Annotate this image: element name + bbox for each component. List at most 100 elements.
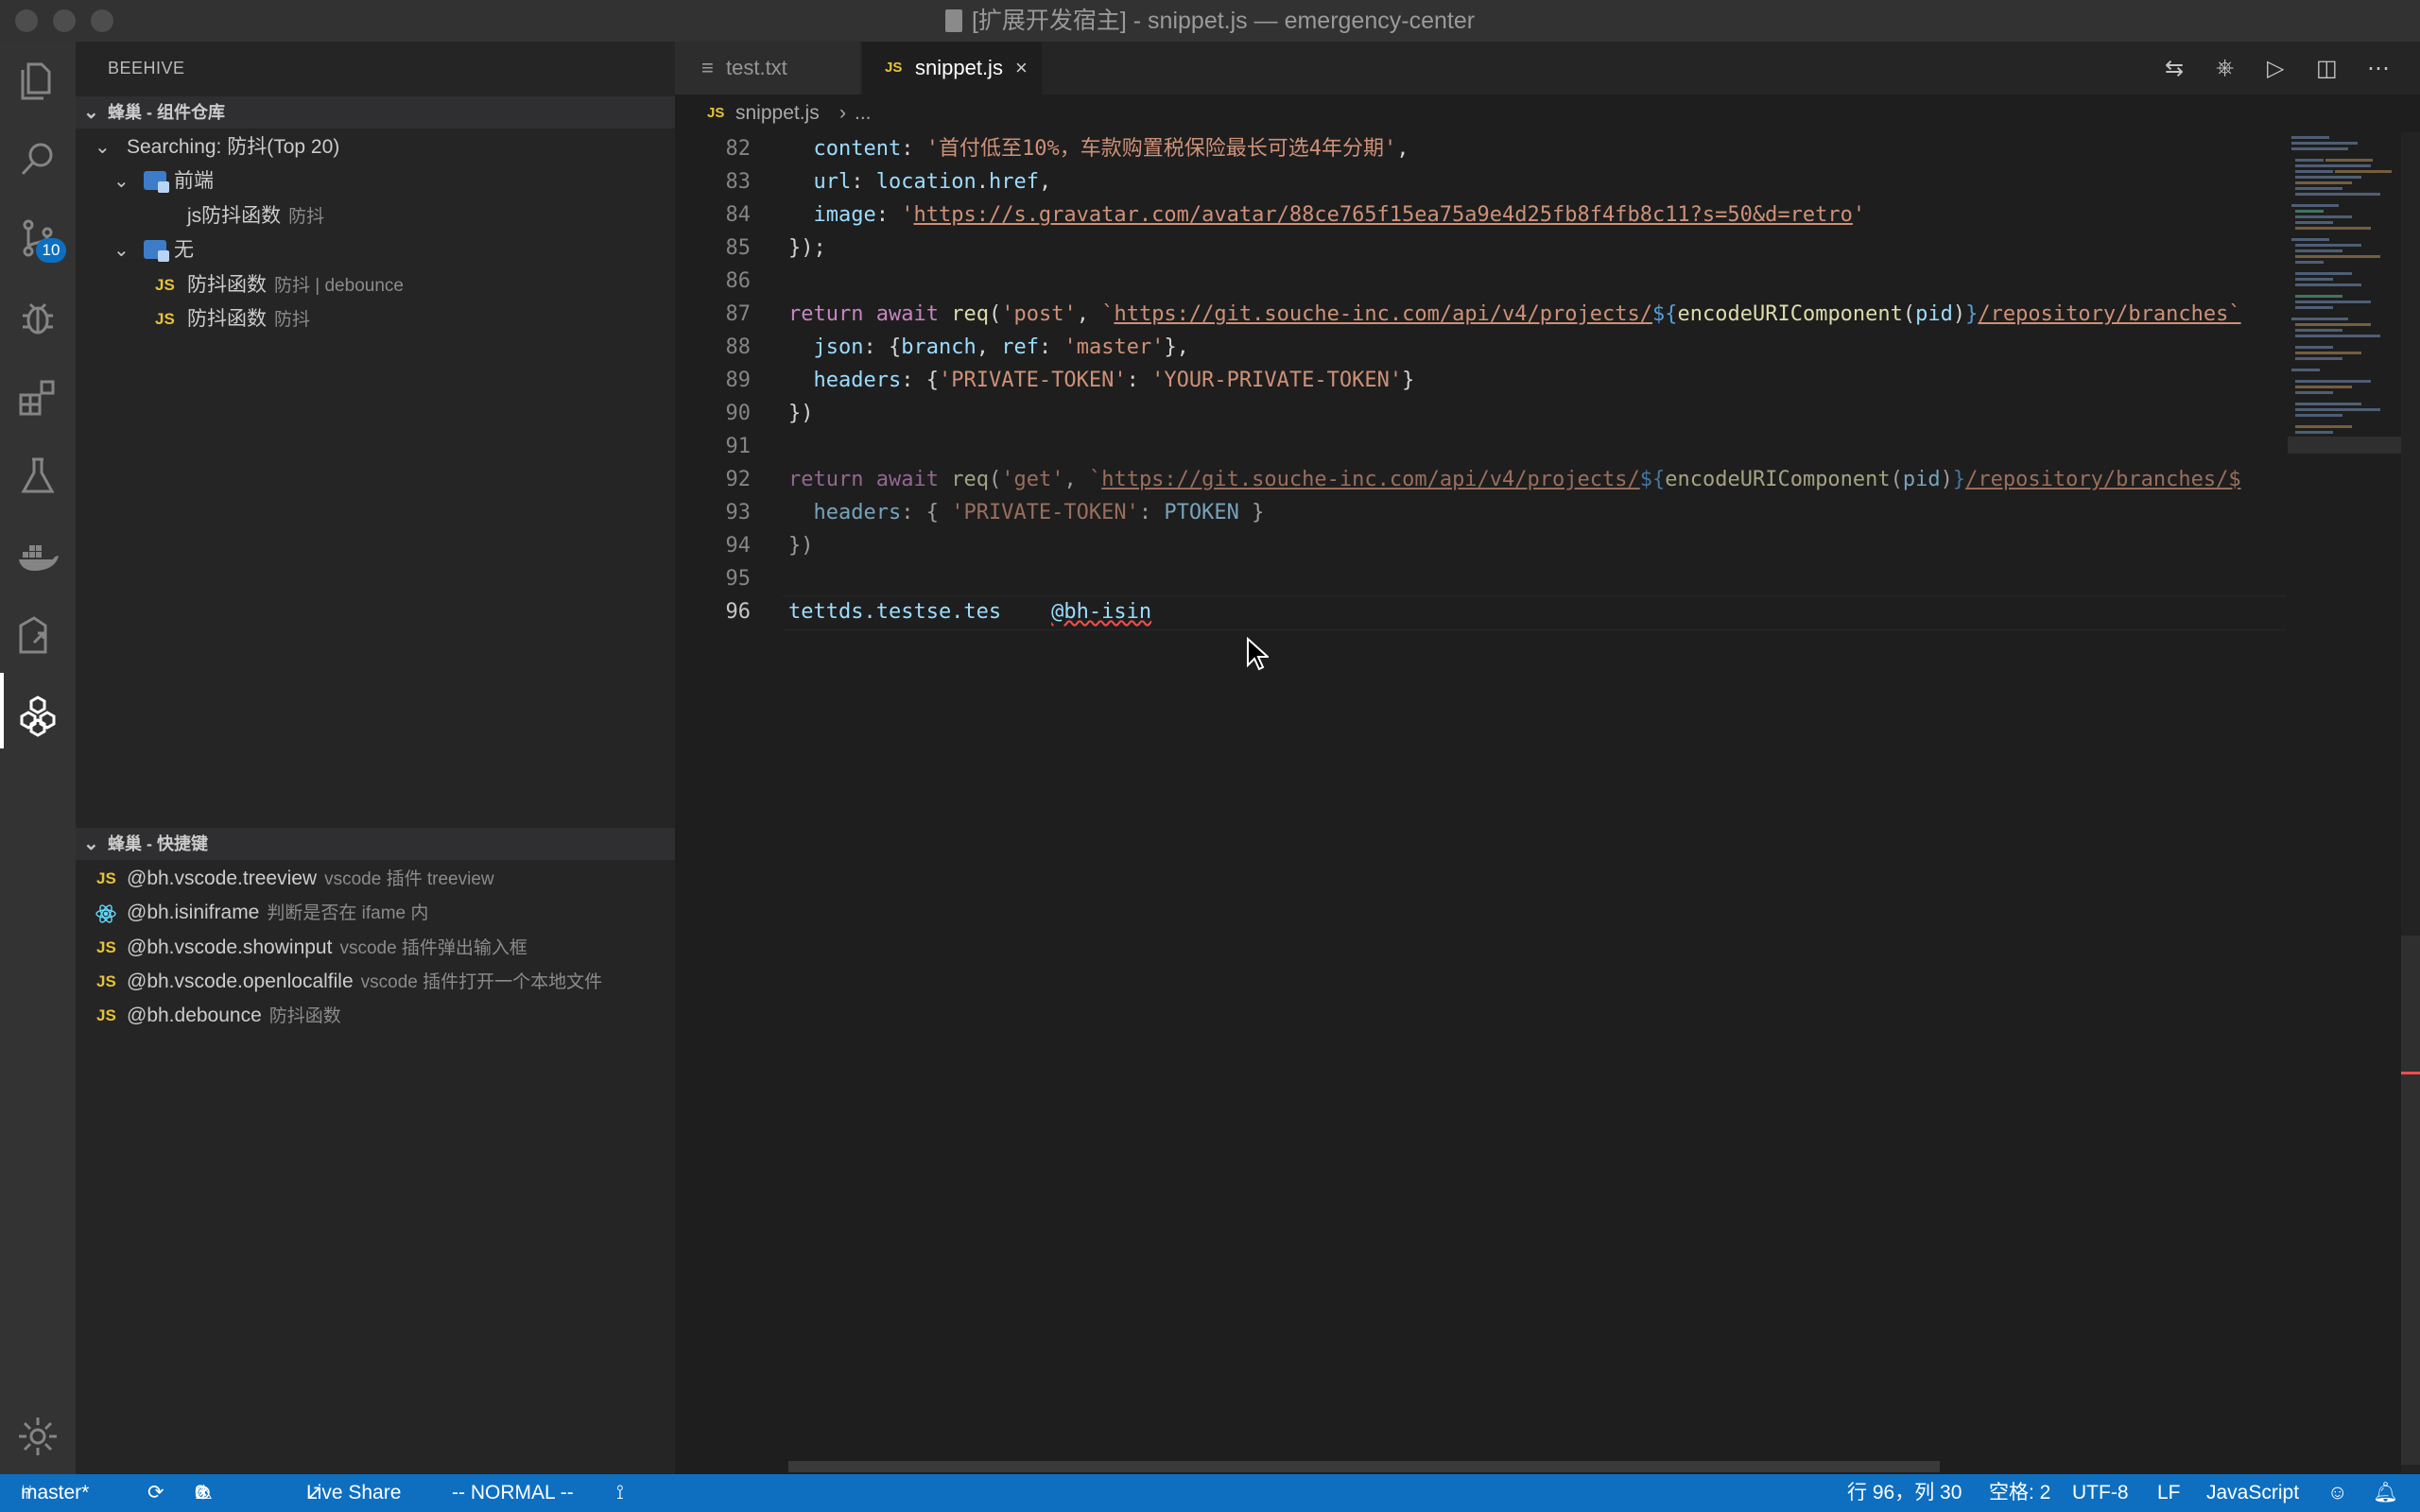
- code-editor[interactable]: 82 83 84 85 86 87 88 89 90 91 92 93 94 9…: [675, 132, 2420, 1474]
- code-line: json: {branch, ref: 'master'},: [813, 335, 1189, 359]
- vertical-scrollbar-thumb[interactable]: [2401, 936, 2420, 1465]
- debug-icon[interactable]: [15, 295, 60, 340]
- item-desc: 判断是否在 ifame 内: [267, 903, 429, 923]
- react-icon: [95, 902, 117, 925]
- tab-snippet-js[interactable]: JS snippet.js ×: [862, 42, 1042, 94]
- line-number: 86: [725, 269, 752, 293]
- js-file-icon: JS: [96, 938, 116, 956]
- feedback-smiley-icon[interactable]: ☺: [2327, 1474, 2347, 1512]
- get-url-link[interactable]: https://git.souche-inc.com/api/v4/projec…: [1101, 468, 1640, 491]
- line-number: 83: [725, 170, 752, 194]
- indentation[interactable]: 空格: 2: [1989, 1474, 2050, 1512]
- tree-item[interactable]: JS 防抖函数 防抖 | debounce: [76, 268, 675, 302]
- line-number: 89: [725, 369, 752, 392]
- line-number: 90: [725, 402, 752, 425]
- extensions-icon[interactable]: [15, 374, 60, 420]
- chevron-down-icon: ⌄: [83, 833, 99, 854]
- js-file-icon: JS: [155, 276, 175, 294]
- chevron-down-icon: ⌄: [83, 102, 99, 123]
- title-bar: [扩展开发宿主] - snippet.js — emergency-center: [0, 0, 2420, 43]
- minimap[interactable]: [2288, 132, 2401, 567]
- language-mode[interactable]: JavaScript: [2206, 1474, 2299, 1512]
- chevron-down-icon: ⌄: [95, 137, 111, 158]
- activity-bar: 10: [0, 42, 76, 1474]
- js-file-icon: JS: [96, 972, 116, 990]
- code-line: headers: { 'PRIVATE-TOKEN': PTOKEN }: [813, 501, 1265, 524]
- split-editor-icon[interactable]: ◫: [2316, 55, 2338, 82]
- more-actions-icon[interactable]: ⋯: [2367, 55, 2390, 82]
- window-title: [扩展开发宿主] - snippet.js — emergency-center: [0, 0, 2420, 42]
- item-desc: vscode 插件 treeview: [324, 869, 494, 889]
- item-label: @bh.debounce: [127, 1005, 262, 1026]
- folder-icon: [144, 240, 169, 262]
- docker-icon[interactable]: [15, 533, 60, 578]
- sidebar: BEEHIVE ⌄ 蜂巢 - 组件仓库 ⌄ Searching: 防抖(Top …: [76, 42, 675, 1474]
- tree-group-frontend[interactable]: ⌄ 前端: [76, 164, 675, 198]
- line-number: 95: [725, 567, 752, 591]
- shortcut-item[interactable]: @bh.isiniframe 判断是否在 ifame 内: [76, 896, 675, 930]
- tree-item[interactable]: js防抖函数 防抖: [76, 199, 675, 233]
- tree-group-none[interactable]: ⌄ 无: [76, 233, 675, 267]
- tree-item[interactable]: JS 防抖函数 防抖: [76, 302, 675, 336]
- files-icon[interactable]: [15, 59, 60, 104]
- code-line: return await req('get', `https://git.sou…: [788, 468, 2241, 491]
- commit-icon[interactable]: ⟟: [616, 1474, 624, 1512]
- line-number: 84: [725, 203, 752, 227]
- shortcut-item[interactable]: JS @bh.vscode.showinput vscode 插件弹出输入框: [76, 931, 675, 965]
- item-label: @bh.vscode.openlocalfile: [127, 971, 354, 992]
- item-label: 防抖函数: [187, 308, 267, 330]
- item-desc: vscode 插件弹出输入框: [339, 938, 527, 958]
- search-icon[interactable]: [15, 136, 60, 181]
- breadcrumb-symbols[interactable]: ...: [855, 94, 872, 132]
- error-marker: [2401, 1072, 2420, 1074]
- line-number: 85: [725, 236, 752, 260]
- status-bar: ⑂ master* ⟳ ⊗ 3 ⚠ 0 ↗ Live Share -- NORM…: [0, 1474, 2420, 1512]
- js-file-icon: JS: [96, 1006, 116, 1024]
- scm-badge: 10: [36, 238, 66, 263]
- sync-icon[interactable]: ⟳: [147, 1474, 164, 1512]
- search-result-root[interactable]: ⌄ Searching: 防抖(Top 20): [76, 130, 675, 164]
- js-file-icon: JS: [155, 310, 175, 328]
- code-line: content: '首付低至10%，车款购置税保险最长可选4年分期',: [813, 137, 1409, 161]
- run-icon[interactable]: ▷: [2267, 55, 2284, 82]
- beaker-icon[interactable]: [15, 454, 60, 499]
- tab-test-txt[interactable]: ≡ test.txt: [675, 42, 860, 94]
- item-desc: 防抖: [288, 207, 325, 227]
- breadcrumb-file[interactable]: snippet.js: [735, 94, 820, 132]
- js-file-icon: JS: [885, 60, 903, 76]
- section-shortcuts-header[interactable]: ⌄ 蜂巢 - 快捷键: [76, 828, 675, 860]
- remote-icon[interactable]: [15, 612, 60, 658]
- code-line: }): [788, 402, 814, 425]
- notifications-bell-icon[interactable]: 🔔︎: [2373, 1474, 2398, 1512]
- js-file-icon: JS: [707, 105, 725, 121]
- line-number: 92: [725, 468, 752, 491]
- horizontal-scrollbar-thumb[interactable]: [788, 1461, 1940, 1472]
- section-component-repo-header[interactable]: ⌄ 蜂巢 - 组件仓库: [76, 96, 675, 129]
- beehive-action-icon[interactable]: ⎈: [2216, 55, 2234, 81]
- item-label: @bh.vscode.treeview: [127, 868, 318, 889]
- shortcut-item[interactable]: JS @bh.vscode.openlocalfile vscode 插件打开一个…: [76, 965, 675, 999]
- shortcut-item[interactable]: JS @bh.debounce 防抖函数: [76, 999, 675, 1033]
- close-icon[interactable]: ×: [1015, 42, 1028, 94]
- compare-changes-icon[interactable]: ⇆: [2165, 55, 2184, 82]
- end-of-line[interactable]: LF: [2157, 1474, 2181, 1512]
- breadcrumb-separator: ›: [839, 102, 846, 124]
- encoding[interactable]: UTF-8: [2072, 1474, 2129, 1512]
- beehive-icon[interactable]: [15, 692, 60, 737]
- gear-icon[interactable]: [15, 1414, 60, 1459]
- line-number: 93: [725, 501, 752, 524]
- code-line-current: tettds.testse.tes @bh-isin: [788, 600, 1152, 624]
- post-url-link[interactable]: https://git.souche-inc.com/api/v4/projec…: [1114, 302, 1652, 326]
- chevron-down-icon: ⌄: [113, 171, 130, 192]
- mouse-pointer-icon: [1246, 636, 1270, 671]
- code-line: });: [788, 236, 826, 260]
- tab-bar: ≡ test.txt JS snippet.js × ⇆ ⎈ ▷ ◫ ⋯: [675, 42, 2420, 94]
- line-number: 88: [725, 335, 752, 359]
- shortcut-item[interactable]: JS @bh.vscode.treeview vscode 插件 treeview: [76, 862, 675, 896]
- cursor-position[interactable]: 行 96，列 30: [1847, 1474, 1962, 1512]
- line-number: 87: [725, 302, 752, 326]
- item-desc: 防抖函数: [268, 1006, 341, 1026]
- code-line: url: location.href,: [813, 170, 1052, 194]
- item-desc: 防抖: [274, 310, 311, 330]
- image-url-link[interactable]: https://s.gravatar.com/avatar/88ce765f15…: [913, 203, 1852, 227]
